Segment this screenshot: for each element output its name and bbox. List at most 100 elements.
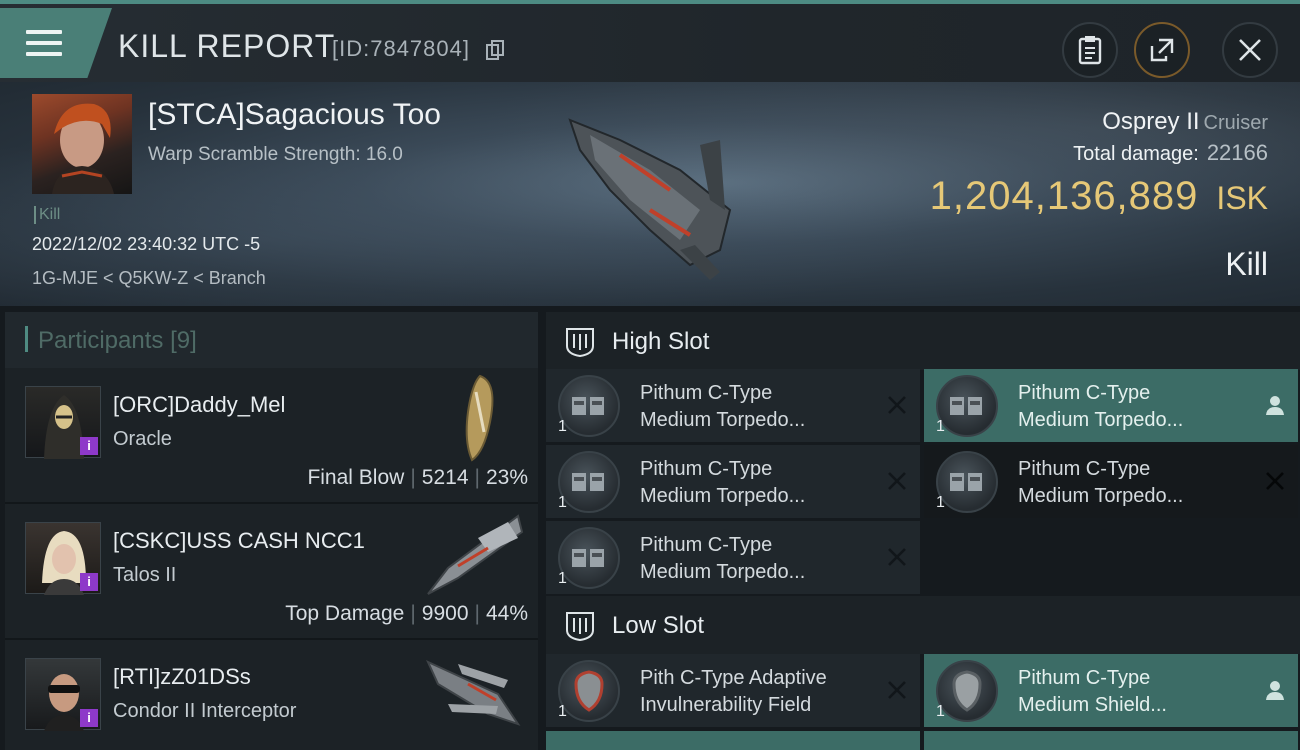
participant-ship-image bbox=[465, 374, 494, 462]
share-icon bbox=[1150, 38, 1174, 62]
isk-amount: 1,204,136,889 bbox=[929, 174, 1199, 218]
module-quantity: 1 bbox=[558, 703, 567, 720]
module-item[interactable]: 1 Pithum C-Type Medium Torpedo... bbox=[546, 521, 920, 594]
corp-badge: i bbox=[80, 573, 98, 591]
module-quantity: 1 bbox=[558, 418, 567, 435]
participants-panel[interactable]: Participants [9] i [ORC]Daddy_Mel Oracle… bbox=[5, 312, 538, 750]
total-damage: Total damage: 22166 bbox=[1073, 140, 1268, 166]
ship-class: Cruiser bbox=[1203, 112, 1268, 134]
x-icon bbox=[888, 396, 906, 414]
participant-role: Top Damage bbox=[285, 602, 405, 625]
module-name: Pithum C-Type Medium Torpedo... bbox=[1018, 458, 1184, 507]
participant-row[interactable]: i [ORC]Daddy_Mel Oracle Final Blow | 5214 |… bbox=[5, 368, 538, 504]
isk-value: 1,204,136,889 ISK bbox=[930, 174, 1268, 219]
participant-name: [ORC]Daddy_Mel bbox=[113, 392, 286, 417]
copy-icon[interactable] bbox=[486, 40, 504, 60]
x-icon bbox=[888, 472, 906, 490]
participant-percent: 23% bbox=[485, 466, 528, 489]
participant-name: [RTI]zZ01DSs bbox=[113, 664, 251, 689]
page-title: KILL REPORT bbox=[118, 28, 336, 64]
close-button[interactable] bbox=[1222, 22, 1278, 78]
victim-banner: [STCA]Sagacious Too Warp Scramble Streng… bbox=[0, 82, 1300, 306]
module-quantity: 1 bbox=[936, 418, 945, 435]
damage-label: Total damage: bbox=[1073, 143, 1199, 165]
participant-ship: Condor II Interceptor bbox=[113, 700, 297, 722]
share-button[interactable] bbox=[1134, 22, 1190, 78]
module-name: Pith C-Type Adaptive Invulnerability Fiel… bbox=[640, 667, 827, 716]
participants-count: [9] bbox=[170, 327, 197, 354]
module-name: Pithum C-Type Medium Torpedo... bbox=[640, 534, 806, 583]
module-item[interactable] bbox=[546, 731, 920, 750]
participant-damage: 9900 bbox=[421, 602, 469, 625]
isk-unit: ISK bbox=[1216, 180, 1268, 216]
torpedo-launcher-icon bbox=[558, 451, 620, 513]
module-item[interactable] bbox=[924, 731, 1298, 750]
module-item[interactable]: 1 Pithum C-Type Medium Torpedo... bbox=[546, 369, 920, 442]
clipboard-button[interactable] bbox=[1062, 22, 1118, 78]
module-item[interactable]: 1 Pithum C-Type Medium Torpedo... bbox=[924, 445, 1298, 518]
torpedo-launcher-icon bbox=[558, 375, 620, 437]
person-icon bbox=[1266, 396, 1284, 415]
participant-row[interactable]: i [CSKC]USS CASH NCC1 Talos II Top Damag… bbox=[5, 504, 538, 640]
x-icon bbox=[888, 548, 906, 566]
result-label: Kill bbox=[1225, 246, 1268, 282]
shield-icon bbox=[558, 660, 620, 722]
damage-value: 22166 bbox=[1206, 140, 1268, 165]
ship-name: Osprey II bbox=[1102, 108, 1200, 135]
high-slot-header: High Slot bbox=[546, 312, 1300, 370]
victim-ship-image bbox=[568, 118, 732, 280]
torpedo-launcher-icon bbox=[936, 451, 998, 513]
close-icon bbox=[1239, 39, 1261, 61]
torpedo-launcher-icon bbox=[558, 527, 620, 589]
clipboard-icon bbox=[1078, 36, 1102, 65]
participant-ship: Oracle bbox=[113, 428, 172, 450]
participants-title: Participants bbox=[38, 327, 164, 354]
module-name: Pithum C-Type Medium Shield... bbox=[1018, 667, 1167, 716]
module-item[interactable]: 1 Pithum C-Type Medium Shield... bbox=[924, 654, 1298, 727]
low-slot-icon bbox=[566, 612, 594, 642]
person-icon bbox=[1266, 681, 1284, 700]
participant-avatar[interactable]: i bbox=[25, 522, 101, 595]
module-quantity: 1 bbox=[558, 570, 567, 587]
module-item[interactable]: 1 Pith C-Type Adaptive Invulnerability Fi… bbox=[546, 654, 920, 727]
participant-row[interactable]: i [RTI]zZ01DSs Condor II Interceptor bbox=[5, 640, 538, 750]
module-quantity: 1 bbox=[936, 494, 945, 511]
participant-ship: Talos II bbox=[113, 564, 177, 586]
menu-button[interactable] bbox=[0, 8, 112, 78]
participant-stats: Final Blow | 5214 | 23% bbox=[307, 466, 528, 489]
high-slot-label: High Slot bbox=[612, 328, 710, 355]
victim-avatar[interactable] bbox=[32, 94, 132, 194]
participant-damage: 5214 bbox=[421, 466, 469, 489]
top-bar: KILL REPORT [ID:7847804] bbox=[0, 0, 1300, 82]
report-id: [ID:7847804] bbox=[332, 36, 470, 61]
kill-timestamp: 2022/12/02 23:40:32 UTC -5 bbox=[32, 234, 261, 254]
participant-avatar[interactable]: i bbox=[25, 386, 101, 459]
module-quantity: 1 bbox=[558, 494, 567, 511]
x-icon bbox=[1266, 472, 1284, 490]
participant-role: Final Blow bbox=[307, 466, 405, 489]
participants-header[interactable]: Participants [9] bbox=[5, 312, 538, 368]
kill-tag: Kill bbox=[34, 206, 60, 224]
corp-badge: i bbox=[80, 437, 98, 455]
participant-ship-image bbox=[425, 659, 521, 726]
scramble-strength: Warp Scramble Strength: 16.0 bbox=[148, 144, 403, 165]
module-name: Pithum C-Type Medium Torpedo... bbox=[1018, 382, 1184, 431]
x-icon bbox=[888, 681, 906, 699]
module-name: Pithum C-Type Medium Torpedo... bbox=[640, 382, 806, 431]
module-quantity: 1 bbox=[936, 703, 945, 720]
kill-location[interactable]: 1G-MJE < Q5KW-Z < Branch bbox=[32, 268, 266, 289]
corp-badge: i bbox=[80, 709, 98, 727]
hamburger-icon[interactable] bbox=[26, 30, 62, 58]
victim-ship[interactable]: Osprey II Cruiser bbox=[1102, 108, 1268, 136]
participant-stats: Top Damage | 9900 | 44% bbox=[285, 602, 528, 625]
torpedo-launcher-icon bbox=[936, 375, 998, 437]
high-slot-icon bbox=[566, 328, 594, 358]
module-item[interactable]: 1 Pithum C-Type Medium Torpedo... bbox=[924, 369, 1298, 442]
low-slot-header: Low Slot bbox=[546, 596, 1300, 654]
participant-percent: 44% bbox=[485, 602, 528, 625]
module-name: Pithum C-Type Medium Torpedo... bbox=[640, 458, 806, 507]
victim-name[interactable]: [STCA]Sagacious Too bbox=[148, 98, 441, 132]
participant-ship-image bbox=[427, 514, 524, 595]
module-item[interactable]: 1 Pithum C-Type Medium Torpedo... bbox=[546, 445, 920, 518]
participant-avatar[interactable]: i bbox=[25, 658, 101, 731]
